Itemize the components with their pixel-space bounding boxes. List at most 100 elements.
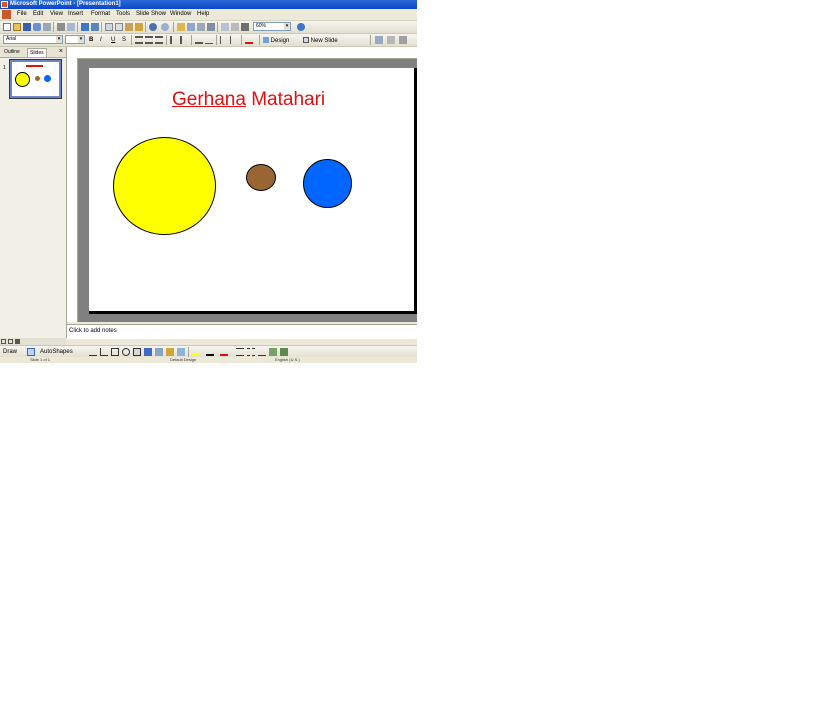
new-icon[interactable]: [3, 23, 11, 31]
menu-window[interactable]: Window: [170, 11, 191, 18]
earth-circle[interactable]: [303, 159, 352, 208]
arrow-style-icon[interactable]: [258, 348, 266, 356]
zoom-combo[interactable]: 60% ▾: [253, 22, 291, 31]
chevron-down-icon[interactable]: ▾: [56, 36, 62, 43]
bold-button[interactable]: B: [89, 36, 93, 44]
text-box-icon[interactable]: [133, 348, 141, 356]
menu-insert[interactable]: Insert: [68, 11, 83, 18]
help-icon[interactable]: [297, 23, 305, 31]
insert-diagram-icon[interactable]: [207, 23, 215, 31]
menu-file[interactable]: File: [17, 11, 27, 18]
redo-icon[interactable]: [161, 23, 169, 31]
sun-circle[interactable]: [113, 137, 216, 235]
line-color-icon[interactable]: [206, 348, 214, 356]
menu-slide-show[interactable]: Slide Show: [136, 11, 166, 18]
autoshapes-menu-button[interactable]: AutoShapes: [40, 348, 73, 356]
underline-button[interactable]: U: [111, 36, 115, 44]
numbering-icon[interactable]: [170, 36, 178, 44]
bullets-icon[interactable]: [180, 36, 188, 44]
show-grid-icon[interactable]: [231, 23, 239, 31]
powerpoint-window: Microsoft PowerPoint - [Presentation1] F…: [0, 0, 417, 363]
normal-view-icon[interactable]: [1, 339, 6, 344]
increase-font-size-icon[interactable]: [195, 36, 203, 44]
print-preview-icon[interactable]: [67, 23, 75, 31]
notes-pane[interactable]: Click to add notes: [67, 324, 417, 339]
draw-menu-button[interactable]: Draw: [3, 348, 17, 356]
diagram-icon[interactable]: [155, 348, 163, 356]
menu-edit[interactable]: Edit: [33, 11, 43, 18]
chevron-down-icon[interactable]: ▾: [284, 23, 290, 30]
chevron-down-icon[interactable]: ▾: [78, 36, 84, 43]
horizontal-ruler[interactable]: [67, 47, 417, 59]
toolbar-separator: [166, 35, 167, 45]
save-icon[interactable]: [23, 23, 31, 31]
status-language: English (U.S.): [275, 357, 300, 362]
font-size-combo[interactable]: ▾: [65, 35, 85, 44]
tables-borders-icon[interactable]: [197, 23, 205, 31]
document-icon[interactable]: [2, 10, 11, 19]
new-slide-button[interactable]: New Slide: [303, 36, 338, 45]
scissors-icon[interactable]: [399, 36, 407, 44]
open-icon[interactable]: [13, 23, 21, 31]
design-label: Design: [270, 38, 290, 44]
permission-icon[interactable]: [33, 23, 41, 31]
line-icon[interactable]: [89, 348, 97, 356]
close-icon[interactable]: ×: [59, 48, 63, 56]
format-painter-icon[interactable]: [135, 23, 143, 31]
select-objects-icon[interactable]: [27, 348, 35, 356]
slide-sorter-view-icon[interactable]: [8, 339, 13, 344]
slide-show-icon[interactable]: [15, 339, 20, 344]
menu-help[interactable]: Help: [197, 11, 209, 18]
slide-thumbnail[interactable]: [9, 59, 62, 99]
align-right-icon[interactable]: [155, 36, 163, 44]
dash-style-icon[interactable]: [247, 348, 255, 356]
line-style-icon[interactable]: [236, 348, 244, 356]
insert-chart-icon[interactable]: [177, 23, 185, 31]
oval-icon[interactable]: [122, 348, 130, 356]
slide-title-underlined-word: Gerhana: [172, 89, 246, 110]
research-icon[interactable]: [91, 23, 99, 31]
wordart-icon[interactable]: [144, 348, 152, 356]
design-button[interactable]: Design: [263, 36, 289, 45]
font-color-draw-icon[interactable]: [220, 348, 228, 356]
slide-title[interactable]: Gerhana Matahari: [172, 90, 325, 110]
toolbar-separator: [241, 35, 242, 45]
expand-all-icon[interactable]: [221, 23, 229, 31]
spelling-icon[interactable]: [81, 23, 89, 31]
menu-view[interactable]: View: [50, 11, 63, 18]
grayscale-icon[interactable]: [241, 23, 249, 31]
paste-icon[interactable]: [125, 23, 133, 31]
fill-color-icon[interactable]: [192, 348, 200, 356]
font-color-icon[interactable]: [245, 36, 253, 44]
menu-tools[interactable]: Tools: [116, 11, 130, 18]
italic-button[interactable]: I: [100, 36, 102, 44]
moon-circle[interactable]: [246, 164, 276, 191]
connector-icon[interactable]: [387, 36, 395, 44]
increase-indent-icon[interactable]: [230, 36, 238, 44]
tab-outline[interactable]: Outline: [2, 48, 22, 56]
font-name-combo[interactable]: Arial ▾: [3, 35, 63, 44]
tab-slides[interactable]: Slides: [27, 48, 47, 57]
email-icon[interactable]: [43, 23, 51, 31]
copy-icon[interactable]: [115, 23, 123, 31]
research-tool-icon[interactable]: [375, 36, 383, 44]
insert-picture-icon[interactable]: [177, 348, 185, 356]
rectangle-icon[interactable]: [111, 348, 119, 356]
menu-format[interactable]: Format: [91, 11, 110, 18]
align-center-icon[interactable]: [145, 36, 153, 44]
cut-icon[interactable]: [105, 23, 113, 31]
arrow-icon[interactable]: [100, 348, 108, 356]
decrease-indent-icon[interactable]: [220, 36, 228, 44]
shadow-button[interactable]: S: [122, 36, 126, 44]
insert-table-icon[interactable]: [187, 23, 195, 31]
clip-art-icon[interactable]: [166, 348, 174, 356]
3d-style-icon[interactable]: [280, 348, 288, 356]
slide-editing-area: Gerhana Matahari: [78, 59, 417, 322]
print-icon[interactable]: [57, 23, 65, 31]
vertical-ruler[interactable]: [67, 58, 78, 322]
decrease-font-size-icon[interactable]: [205, 36, 213, 44]
shadow-style-icon[interactable]: [269, 348, 277, 356]
slide-canvas[interactable]: Gerhana Matahari: [89, 68, 417, 314]
undo-icon[interactable]: [149, 23, 157, 31]
align-left-icon[interactable]: [135, 36, 143, 44]
